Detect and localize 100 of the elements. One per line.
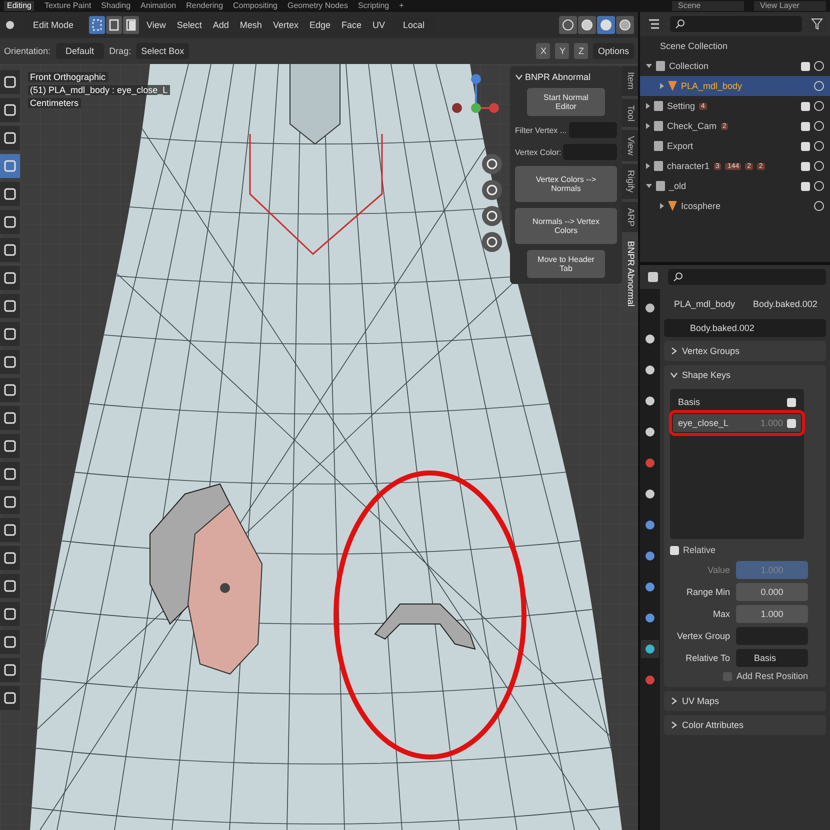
panel-header[interactable]: Shape Keys — [664, 365, 826, 385]
checkbox[interactable] — [801, 102, 810, 110]
orientation-dropdown[interactable]: Default — [56, 43, 104, 59]
workspace-tab[interactable]: Animation — [140, 1, 176, 11]
select-mode-button[interactable] — [106, 16, 122, 34]
tool-icon[interactable] — [0, 630, 20, 654]
checkbox[interactable] — [801, 182, 810, 190]
sidebar-tab[interactable]: Rigify — [622, 164, 638, 199]
panel-button[interactable]: Move to Header Tab — [527, 250, 605, 278]
tool-icon[interactable] — [0, 490, 20, 514]
checkbox[interactable] — [723, 672, 732, 680]
menu-item[interactable]: Vertex — [270, 20, 302, 30]
tool-icon[interactable] — [0, 238, 20, 262]
list-item[interactable]: Basis — [673, 393, 801, 411]
shading-button[interactable] — [597, 16, 615, 34]
tool-icon[interactable] — [0, 70, 20, 94]
expand-arrow-icon[interactable] — [660, 83, 664, 89]
tool-icon[interactable] — [0, 602, 20, 626]
tree-item[interactable]: Scene Collection — [646, 41, 728, 51]
expand-arrow-icon[interactable] — [646, 184, 652, 188]
expand-arrow-icon[interactable] — [646, 163, 650, 169]
mirror-axis-button[interactable]: Z — [574, 43, 588, 59]
workspace-tab[interactable]: Compositing — [233, 1, 278, 11]
chevron-icon[interactable] — [670, 371, 678, 379]
checkbox[interactable] — [670, 546, 679, 554]
workspace-tab[interactable]: Rendering — [186, 1, 224, 11]
input-field[interactable] — [736, 627, 808, 645]
checkbox[interactable] — [801, 62, 810, 70]
panel-button[interactable]: Vertex Colors --> Normals — [515, 166, 617, 202]
expand-arrow-icon[interactable] — [646, 103, 650, 109]
panel-header[interactable]: Color Attributes — [664, 715, 826, 735]
workspace-tab[interactable]: Shading — [101, 1, 131, 11]
tree-row[interactable]: Icosphere — [640, 196, 830, 216]
chevron-icon[interactable] — [670, 697, 678, 705]
checkbox[interactable] — [801, 122, 810, 130]
panel-header[interactable]: UV Maps — [664, 691, 826, 711]
tree-row[interactable]: Export — [640, 136, 830, 156]
input-field[interactable]: 1.000 — [736, 605, 808, 623]
drag-dropdown[interactable]: Select Box — [136, 43, 190, 59]
search-field[interactable] — [668, 269, 826, 285]
tool-icon[interactable] — [0, 266, 20, 290]
tool-icon[interactable] — [0, 658, 20, 682]
tool-icon[interactable] — [0, 126, 20, 150]
chevron-icon[interactable] — [515, 73, 523, 81]
menu-item[interactable]: UV — [370, 20, 388, 30]
panel-button[interactable]: Start Normal Editor — [527, 88, 605, 116]
tool-icon[interactable] — [0, 98, 20, 122]
tool-icon[interactable] — [0, 322, 20, 346]
menu-item[interactable]: Edge — [306, 20, 334, 30]
menu-item[interactable]: View — [144, 20, 169, 30]
expand-arrow-icon[interactable] — [646, 123, 650, 129]
tool-icon[interactable] — [0, 546, 20, 570]
checkbox[interactable] — [801, 142, 810, 150]
tool-icon[interactable] — [0, 574, 20, 598]
input-field[interactable]: 0.000 — [736, 583, 808, 601]
input-field[interactable]: Basis — [736, 649, 808, 667]
select-mode-button[interactable] — [122, 16, 139, 34]
shading-button[interactable] — [616, 16, 634, 34]
workspace-tab[interactable]: Scripting — [358, 1, 390, 11]
list-item[interactable]: eye_close_L 1.000 — [673, 414, 801, 432]
search-field[interactable] — [670, 16, 802, 32]
mirror-axis-button[interactable]: X — [536, 43, 550, 59]
select-mode-button[interactable] — [88, 16, 105, 34]
tool-icon[interactable] — [0, 378, 20, 402]
chevron-icon[interactable] — [670, 721, 678, 729]
tool-icon[interactable] — [0, 686, 20, 710]
sidebar-tab[interactable]: Item — [622, 66, 638, 96]
shading-button[interactable] — [578, 16, 596, 34]
menu-item[interactable]: Add — [210, 20, 232, 30]
panel-button[interactable]: Normals --> Vertex Colors — [515, 208, 617, 244]
menu-item[interactable]: Mesh — [236, 20, 265, 30]
tool-icon[interactable] — [0, 350, 20, 374]
tree-row[interactable]: _old — [640, 176, 830, 196]
tree-row[interactable]: Collection — [640, 56, 830, 76]
tool-icon[interactable] — [0, 406, 20, 430]
workspace-tab[interactable]: + — [399, 1, 404, 11]
options-dropdown[interactable]: Options — [592, 43, 634, 59]
sidebar-tab[interactable]: Tool — [622, 98, 638, 128]
tool-icon[interactable] — [0, 294, 20, 318]
mirror-axis-button[interactable]: Y — [555, 43, 570, 59]
panel-header[interactable]: Vertex Groups — [664, 341, 826, 361]
workspace-tab[interactable]: Editing — [4, 1, 34, 11]
panel-title[interactable]: BNPR Abnormal — [525, 72, 591, 82]
menu-item[interactable]: Select — [174, 20, 205, 30]
tool-icon[interactable] — [0, 518, 20, 542]
tool-icon[interactable] — [0, 462, 20, 486]
scene-field[interactable]: Scene — [672, 1, 744, 11]
tool-icon[interactable] — [0, 182, 20, 206]
expand-arrow-icon[interactable] — [646, 64, 652, 68]
tool-icon[interactable] — [0, 434, 20, 458]
tool-icon[interactable] — [0, 210, 20, 234]
workspace-tab[interactable]: Geometry Nodes — [288, 1, 348, 11]
shading-button[interactable] — [559, 16, 577, 34]
checkbox[interactable] — [801, 162, 810, 170]
properties-tab-icon[interactable] — [641, 640, 659, 658]
sidebar-tab[interactable]: View — [622, 130, 638, 162]
workspace-tab[interactable]: Texture Paint — [44, 1, 92, 11]
chevron-icon[interactable] — [670, 347, 678, 355]
expand-arrow-icon[interactable] — [660, 203, 664, 209]
view-layer-field[interactable]: View Layer — [754, 1, 826, 11]
